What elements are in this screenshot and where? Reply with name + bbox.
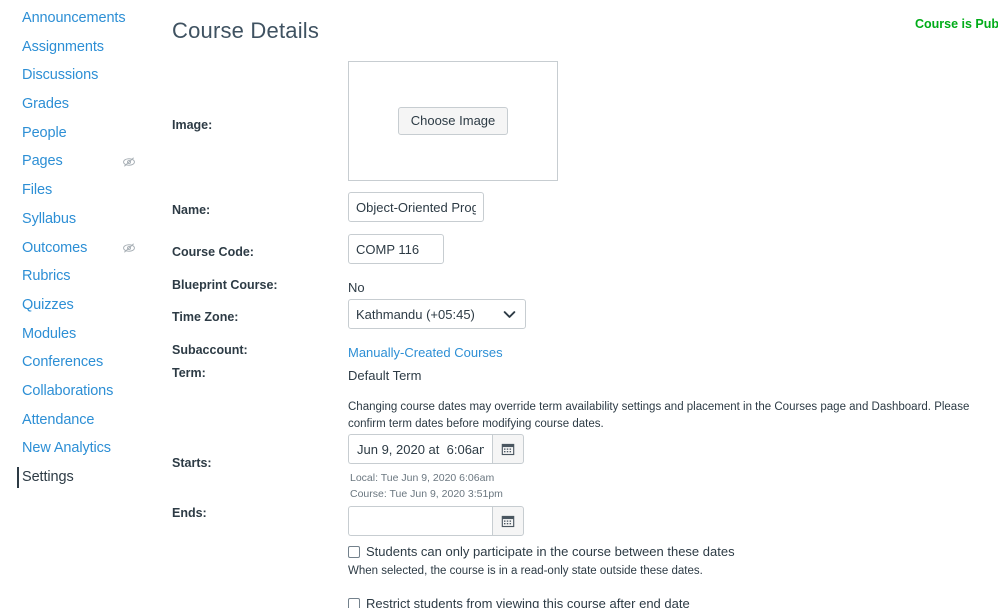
sidebar-item-modules[interactable]: Modules <box>0 320 160 349</box>
sidebar-item-label: Rubrics <box>22 268 71 285</box>
sidebar-item-new-analytics[interactable]: New Analytics <box>0 434 160 463</box>
starts-date-input[interactable] <box>348 434 492 464</box>
ends-label: Ends: <box>172 506 207 520</box>
sidebar-item-settings[interactable]: Settings <box>0 463 160 492</box>
restrict-participation-checkbox[interactable] <box>348 546 360 558</box>
sidebar-item-conferences[interactable]: Conferences <box>0 348 160 377</box>
starts-label: Starts: <box>172 456 212 470</box>
sidebar-item-label: Files <box>22 182 53 199</box>
timezone-select[interactable]: Kathmandu (+05:45) <box>348 299 526 329</box>
page-title: Course Details <box>172 18 320 43</box>
sidebar-item-rubrics[interactable]: Rubrics <box>0 262 160 291</box>
course-code-input[interactable] <box>348 234 444 264</box>
starts-time-hints: Local: Tue Jun 9, 2020 6:06am Course: Tu… <box>350 471 503 503</box>
sidebar-item-label: People <box>22 124 67 141</box>
restrict-view-row[interactable]: Restrict students from viewing this cour… <box>348 596 690 608</box>
course-navigation-sidebar: Announcements Assignments Discussions Grade… <box>0 0 160 608</box>
blueprint-label: Blueprint Course: <box>172 278 278 292</box>
sidebar-item-label: Grades <box>22 96 69 113</box>
calendar-icon <box>501 443 515 456</box>
publish-status-badge: Course is Published <box>915 17 998 31</box>
sidebar-item-label: Pages <box>22 153 63 170</box>
course-code-label: Course Code: <box>172 245 254 259</box>
sidebar-item-label: Syllabus <box>22 210 77 227</box>
sidebar-item-assignments[interactable]: Assignments <box>0 33 160 62</box>
calendar-icon <box>501 515 515 528</box>
sidebar-item-label: Quizzes <box>22 296 74 313</box>
sidebar-item-grades[interactable]: Grades <box>0 90 160 119</box>
sidebar-item-pages[interactable]: Pages <box>0 147 160 176</box>
starts-local-hint: Local: Tue Jun 9, 2020 6:06am <box>350 472 495 484</box>
image-label: Image: <box>172 118 213 132</box>
sidebar-item-syllabus[interactable]: Syllabus <box>0 205 160 234</box>
sidebar-item-label: Conferences <box>22 354 104 371</box>
sidebar-item-people[interactable]: People <box>0 119 160 148</box>
hidden-eye-icon <box>123 243 135 253</box>
name-label: Name: <box>172 203 211 217</box>
hidden-eye-icon <box>123 157 135 167</box>
blueprint-value: No <box>348 280 365 295</box>
sidebar-item-label: Collaborations <box>22 382 114 399</box>
sidebar-item-label: Settings <box>22 469 74 485</box>
sidebar-item-label: Announcements <box>22 10 126 26</box>
course-dates-warning: Changing course dates may override term … <box>348 401 970 430</box>
starts-course-hint: Course: Tue Jun 9, 2020 3:51pm <box>350 487 503 500</box>
restrict-participation-help: When selected, the course is in a read-o… <box>348 565 703 577</box>
sidebar-item-attendance[interactable]: Attendance <box>0 406 160 435</box>
course-details-main: Course Details Course is Published Image… <box>160 0 998 608</box>
sidebar-item-collaborations[interactable]: Collaborations <box>0 377 160 406</box>
sidebar-item-label: New Analytics <box>22 440 111 457</box>
term-label: Term: <box>172 366 206 380</box>
timezone-label: Time Zone: <box>172 310 239 324</box>
restrict-view-checkbox[interactable] <box>348 598 360 608</box>
course-name-input[interactable] <box>348 192 484 222</box>
sidebar-item-label: Assignments <box>22 38 104 55</box>
ends-date-group <box>348 506 524 536</box>
course-settings-page: Announcements Assignments Discussions Grade… <box>0 0 998 608</box>
sidebar-item-outcomes[interactable]: Outcomes <box>0 234 160 263</box>
sidebar-item-label: Outcomes <box>22 239 88 256</box>
sidebar-item-label: Modules <box>22 325 77 342</box>
term-value: Default Term <box>348 368 422 383</box>
sidebar-item-label: Discussions <box>22 67 99 84</box>
sidebar-item-label: Attendance <box>22 411 95 428</box>
course-image-dropzone[interactable]: Choose Image <box>348 61 558 181</box>
ends-calendar-button[interactable] <box>492 506 524 536</box>
sidebar-item-announcements[interactable]: Announcements <box>0 4 160 33</box>
subaccount-link[interactable]: Manually-Created Courses <box>348 345 503 360</box>
sidebar-item-files[interactable]: Files <box>0 176 160 205</box>
sidebar-item-discussions[interactable]: Discussions <box>0 61 160 90</box>
sidebar-item-quizzes[interactable]: Quizzes <box>0 291 160 320</box>
choose-image-button[interactable]: Choose Image <box>397 106 509 136</box>
subaccount-label: Subaccount: <box>172 343 248 357</box>
starts-calendar-button[interactable] <box>492 434 524 464</box>
restrict-participation-row[interactable]: Students can only participate in the cou… <box>348 544 735 559</box>
starts-date-group <box>348 434 524 464</box>
ends-date-input[interactable] <box>348 506 492 536</box>
restrict-view-label: Restrict students from viewing this cour… <box>366 596 690 608</box>
restrict-participation-label: Students can only participate in the cou… <box>366 544 735 559</box>
